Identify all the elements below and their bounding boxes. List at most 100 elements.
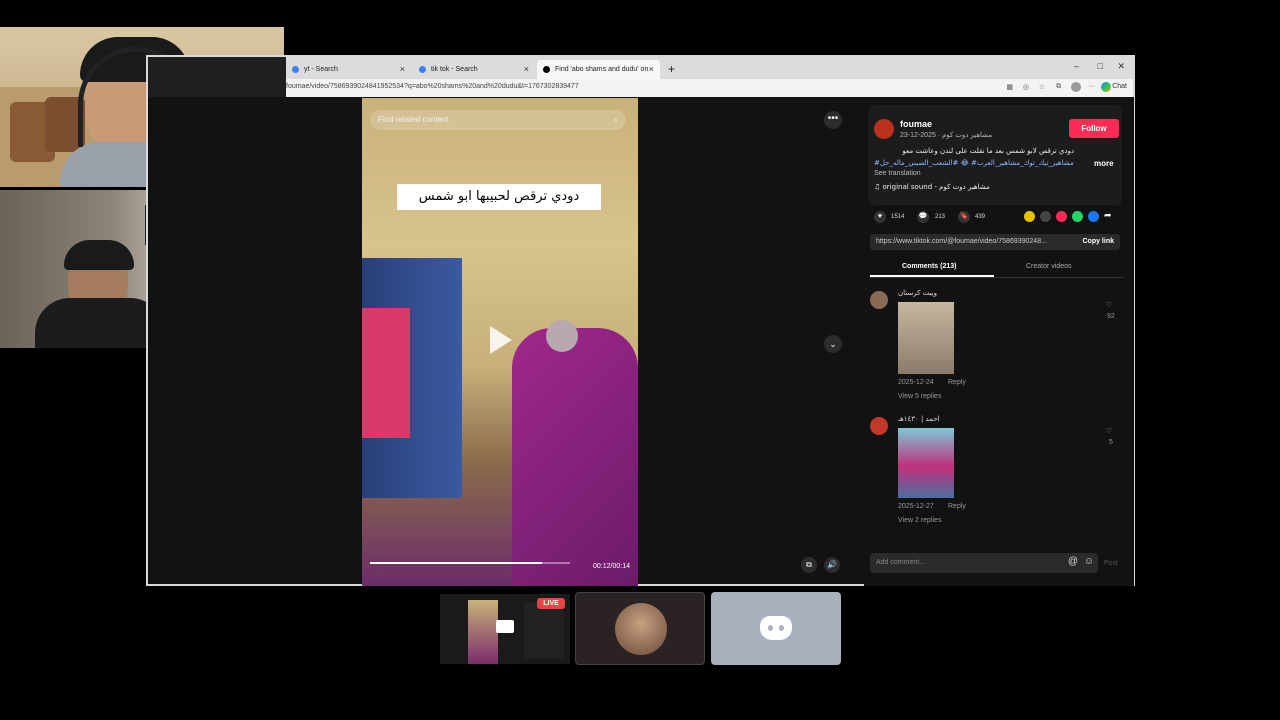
pink-poster: [362, 308, 410, 438]
reply-button[interactable]: Reply: [948, 379, 966, 386]
post-button[interactable]: Post: [1104, 560, 1118, 567]
comment-image[interactable]: [898, 428, 954, 498]
screen-share-icon: [496, 620, 514, 633]
chevron-down-icon[interactable]: ⌄: [824, 335, 842, 353]
video-time: 00:12/00:14: [593, 563, 630, 570]
profile-avatar[interactable]: [1071, 82, 1081, 92]
comment-date: 2025-12-27: [898, 503, 934, 510]
close-icon[interactable]: ×: [649, 60, 654, 79]
shared-video-preview: [468, 600, 498, 664]
sound-label[interactable]: ♫ original sound - مشاهير دوت كوم: [874, 183, 990, 191]
more-link[interactable]: more: [1094, 159, 1114, 168]
streamer-hair: [64, 240, 134, 270]
screen-share-tile[interactable]: LIVE: [440, 594, 570, 664]
heart-outline-icon[interactable]: ♡: [1106, 301, 1112, 309]
tiktok-page: Find related content ⌕ دودي ترقص لحبيبها…: [148, 97, 1134, 586]
sound-text: original sound - مشاهير دوت كوم: [882, 183, 990, 191]
address-bar[interactable]: foumae/video/7586939024841952534?q=abo%2…: [286, 79, 1133, 98]
comment-count: 213: [935, 214, 946, 220]
facebook-icon[interactable]: [1088, 211, 1099, 222]
copy-link-button[interactable]: Copy link: [1082, 238, 1114, 245]
more-options-icon[interactable]: •••: [824, 111, 842, 129]
discord-logo-icon: [760, 616, 792, 640]
dancing-figure: [512, 328, 638, 586]
tracking-icon[interactable]: ◎: [1023, 83, 1029, 91]
tab-creator-videos[interactable]: Creator videos: [1026, 263, 1072, 270]
minimize-icon[interactable]: –: [1074, 61, 1079, 71]
star-icon[interactable]: ☆: [1039, 83, 1045, 91]
post-details-panel: foumae مشاهير دوت كوم · 2025-12-23 Follo…: [864, 97, 1134, 586]
avatar[interactable]: [870, 291, 888, 309]
embed-icon[interactable]: [1040, 211, 1051, 222]
reply-button[interactable]: Reply: [948, 503, 966, 510]
figure-head: [546, 320, 578, 352]
browser-window: yt - Search × tik tok - Search × Find 'a…: [146, 55, 1135, 586]
tab-bar: yt - Search × tik tok - Search × Find 'a…: [286, 57, 1133, 92]
more-icon[interactable]: ···: [1088, 83, 1095, 90]
heart-icon[interactable]: ♥: [874, 211, 886, 223]
window-close-icon[interactable]: ✕: [1117, 61, 1125, 72]
comment-date: 2025-12-24: [898, 379, 934, 386]
tab-label: yt - Search: [304, 66, 338, 73]
comment-placeholder: Add comment...: [876, 559, 926, 566]
video-player[interactable]: Find related content ⌕ دودي ترقص لحبيبها…: [362, 98, 638, 586]
new-tab-button[interactable]: +: [664, 60, 684, 79]
coin-icon[interactable]: [1024, 211, 1035, 222]
post-hashtags[interactable]: #مشاهير_تيك_توك_مشاهير_العرب# 😂 #الشعب_ا…: [874, 159, 1074, 167]
search-favicon-icon: [419, 66, 426, 73]
comment-likes: 5: [1109, 439, 1113, 446]
username[interactable]: foumae: [900, 119, 932, 129]
comment-user[interactable]: ويبت كرستان: [898, 289, 937, 297]
video-link[interactable]: https://www.tiktok.com/@foumae/video/758…: [876, 238, 1047, 245]
maximize-icon[interactable]: □: [1098, 61, 1103, 71]
view-replies[interactable]: View 5 replies: [898, 393, 941, 400]
tab-tiktok-active[interactable]: Find 'abo shams and dudu' on TikT ×: [537, 60, 660, 92]
comment-user[interactable]: احمد | ١٤٣٠هـ: [898, 415, 940, 423]
comment-image[interactable]: [898, 302, 954, 374]
live-badge: LIVE: [537, 598, 565, 609]
avatar[interactable]: [874, 119, 894, 139]
search-icon[interactable]: ⌕: [613, 110, 618, 130]
volume-icon[interactable]: 🔊: [824, 557, 840, 573]
whatsapp-icon[interactable]: [1072, 211, 1083, 222]
share-icon[interactable]: ➦: [1104, 210, 1112, 221]
url-text[interactable]: foumae/video/7586939024841952534?q=abo%2…: [286, 83, 579, 90]
tab-comments[interactable]: Comments (213): [902, 263, 956, 270]
avatar: [615, 603, 667, 655]
comment-likes: 92: [1107, 313, 1115, 320]
extensions-icon[interactable]: ▦: [1006, 83, 1013, 91]
mention-icon[interactable]: @: [1068, 556, 1078, 567]
participant-tile[interactable]: [575, 592, 705, 665]
tiktok-favicon-icon: [543, 66, 550, 73]
see-translation[interactable]: See translation: [874, 170, 921, 177]
progress-bar[interactable]: [370, 562, 570, 564]
heart-outline-icon[interactable]: ♡: [1106, 427, 1112, 435]
video-caption: دودي ترقص لحبيبها ابو شمس: [397, 184, 601, 210]
chat-label[interactable]: Chat: [1112, 83, 1127, 90]
close-icon[interactable]: ×: [400, 60, 405, 79]
tab-yt-search[interactable]: yt - Search ×: [286, 60, 411, 79]
copilot-icon[interactable]: [1101, 82, 1111, 92]
avatar[interactable]: [870, 417, 888, 435]
collections-icon[interactable]: ⧉: [1056, 83, 1061, 91]
link-box: https://www.tiktok.com/@foumae/video/758…: [870, 234, 1120, 250]
bookmark-icon[interactable]: 🔖: [958, 211, 970, 223]
play-icon[interactable]: [490, 326, 512, 354]
follow-button[interactable]: Follow: [1069, 119, 1119, 138]
divider: [870, 277, 1124, 278]
repost-icon[interactable]: [1056, 211, 1067, 222]
search-favicon-icon: [292, 66, 299, 73]
tab-label: tik tok - Search: [431, 66, 478, 73]
close-icon[interactable]: ×: [524, 60, 529, 79]
find-related-search[interactable]: Find related content ⌕: [370, 110, 626, 130]
post-subtitle: مشاهير دوت كوم · 2025-12-23: [900, 132, 993, 139]
comment-input[interactable]: Add comment... @ ☺: [870, 553, 1098, 573]
post-description: دودي ترقص لابو شمس بعد ما نقلت على لندن …: [902, 147, 1074, 155]
pip-icon[interactable]: ⧉: [801, 557, 817, 573]
view-replies[interactable]: View 2 replies: [898, 517, 941, 524]
comment-icon[interactable]: 💬: [917, 211, 929, 223]
tab-tiktok-search[interactable]: tik tok - Search ×: [413, 60, 535, 79]
participant-tile-discord[interactable]: [711, 592, 841, 665]
emoji-icon[interactable]: ☺: [1084, 556, 1094, 567]
like-count: 1514: [891, 214, 905, 220]
